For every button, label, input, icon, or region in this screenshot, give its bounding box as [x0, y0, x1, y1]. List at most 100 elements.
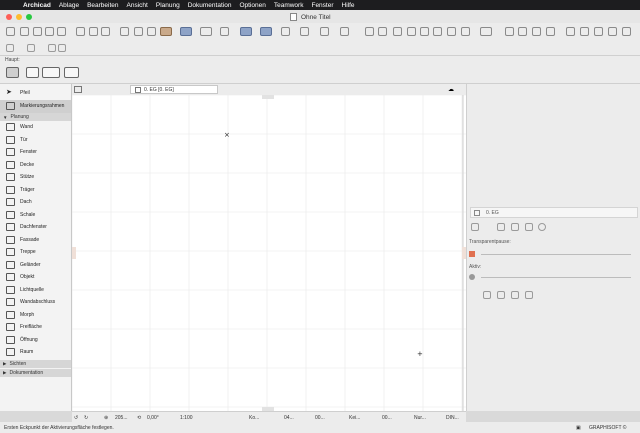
transparent-slider[interactable] — [481, 254, 631, 255]
copy-icon[interactable] — [566, 27, 575, 36]
rotation-value[interactable]: 0,00° — [147, 415, 159, 421]
rotation-icon[interactable]: ⟲ — [137, 415, 141, 421]
publish-icon[interactable] — [480, 27, 492, 36]
navigator-grid-icon[interactable] — [74, 86, 82, 93]
active-color-swatch[interactable] — [469, 274, 475, 280]
menu-optionen[interactable]: Optionen — [239, 2, 265, 9]
redo-icon[interactable] — [57, 27, 66, 36]
tool-item[interactable]: Morph — [0, 309, 71, 322]
pointer-tool-icon[interactable] — [76, 27, 85, 36]
grid-icon[interactable] — [220, 27, 229, 36]
favorites-star-icon[interactable] — [365, 27, 374, 36]
layer-combo-value[interactable]: Ko... — [249, 415, 259, 421]
menu-planung[interactable]: Planung — [156, 2, 180, 9]
tool-item[interactable]: Treppe — [0, 246, 71, 259]
dimension-style-value[interactable]: DIN... — [446, 415, 459, 421]
scissors-icon[interactable] — [505, 27, 514, 36]
tool-item[interactable]: Decke — [0, 159, 71, 172]
tool-item[interactable]: Tür — [0, 134, 71, 147]
menu-ablage[interactable]: Ablage — [59, 2, 79, 9]
rotate-icon[interactable] — [594, 27, 603, 36]
adjust-icon[interactable] — [546, 27, 555, 36]
section-planung[interactable]: ▼ Planung — [0, 113, 71, 121]
trace-icon[interactable] — [471, 223, 479, 231]
tool-item[interactable]: Freifläche — [0, 321, 71, 334]
settings-icon[interactable] — [58, 44, 66, 52]
transparent-color-swatch[interactable] — [469, 251, 475, 257]
redo-view-icon[interactable]: ↻ — [84, 415, 88, 421]
trim-icon[interactable] — [518, 27, 527, 36]
tool-item[interactable]: Dach — [0, 196, 71, 209]
structure-value[interactable]: 00... — [382, 415, 392, 421]
mirror-icon[interactable] — [580, 27, 589, 36]
home-icon[interactable] — [6, 27, 15, 36]
marquee-rectangle-icon[interactable] — [64, 67, 79, 78]
left-splitter-handle[interactable] — [72, 247, 76, 259]
menu-dokumentation[interactable]: Dokumentation — [188, 2, 232, 9]
marquee-all-floors-icon[interactable] — [26, 67, 39, 78]
section-sichten[interactable]: ▶ Sichten — [0, 360, 71, 368]
reference-add-icon[interactable] — [497, 223, 505, 231]
worksheet-icon[interactable] — [420, 27, 429, 36]
menu-fenster[interactable]: Fenster — [311, 2, 333, 9]
tool-pfeil[interactable]: ➤ Pfeil — [0, 87, 71, 100]
menu-hilfe[interactable]: Hilfe — [342, 2, 355, 9]
save-icon[interactable] — [33, 27, 42, 36]
marquee-single-floor-icon[interactable] — [6, 67, 19, 78]
layers-icon[interactable] — [20, 27, 29, 36]
model-display-icon[interactable] — [340, 27, 349, 36]
view-3d-icon[interactable] — [320, 27, 329, 36]
undo-view-icon[interactable]: ↺ — [74, 415, 78, 421]
layout-icon[interactable]: ▣ — [576, 425, 581, 431]
split-icon[interactable] — [532, 27, 541, 36]
transfer-icon[interactable] — [48, 44, 56, 52]
tool-item[interactable]: Fassade — [0, 234, 71, 247]
elevation-icon[interactable] — [393, 27, 402, 36]
display-option-1-icon[interactable] — [483, 291, 491, 299]
pen-set-value[interactable]: 04... — [284, 415, 294, 421]
reference-swap-icon[interactable] — [511, 223, 519, 231]
zoom-value[interactable]: 205... — [115, 415, 128, 421]
trace-icon[interactable] — [134, 27, 143, 36]
dimension-icon[interactable] — [461, 27, 470, 36]
floor-plan-canvas[interactable]: × + — [72, 95, 466, 411]
renovation-value[interactable]: Kei... — [349, 415, 360, 421]
tool-item[interactable]: Schale — [0, 209, 71, 222]
tool-item[interactable]: Objekt — [0, 271, 71, 284]
align-icon[interactable] — [608, 27, 617, 36]
marquee-shape-menu[interactable] — [42, 67, 60, 78]
reference-selector[interactable]: 0. EG — [470, 207, 638, 218]
crop-icon[interactable] — [120, 27, 129, 36]
table-icon[interactable] — [147, 27, 156, 36]
magic-wand-icon[interactable] — [240, 27, 252, 36]
gravity-icon[interactable] — [200, 27, 212, 36]
section-dokumentation[interactable]: ▶ Dokumentation — [0, 369, 71, 377]
reference-reset-icon[interactable] — [538, 223, 546, 231]
tool-markierungsrahmen[interactable]: Markierungsrahmen — [0, 100, 71, 113]
tool-item[interactable]: Raum — [0, 346, 71, 359]
graphic-override-value[interactable]: Nur... — [414, 415, 426, 421]
top-splitter-handle[interactable] — [262, 95, 274, 99]
menu-bearbeiten[interactable]: Bearbeiten — [87, 2, 118, 9]
tool-item[interactable]: Wandabschluss — [0, 296, 71, 309]
display-option-3-icon[interactable] — [511, 291, 519, 299]
snap-points-icon[interactable] — [260, 27, 272, 36]
tool-item[interactable]: Öffnung — [0, 334, 71, 347]
minimize-window-button[interactable] — [16, 14, 22, 20]
scale-value[interactable]: 1:100 — [180, 415, 193, 421]
checkbox-icon[interactable] — [474, 210, 480, 216]
pick-up-icon[interactable] — [6, 44, 14, 52]
lock-icon[interactable] — [281, 27, 290, 36]
section-icon[interactable] — [378, 27, 387, 36]
syringe-icon[interactable] — [101, 27, 110, 36]
tool-item[interactable]: Dachfenster — [0, 221, 71, 234]
tool-item[interactable]: Lichtquelle — [0, 284, 71, 297]
menu-app-name[interactable]: Archicad — [23, 2, 51, 9]
label-icon[interactable] — [447, 27, 456, 36]
guide-lines-icon[interactable] — [160, 27, 172, 36]
undo-icon[interactable] — [45, 27, 54, 36]
snap-guides-icon[interactable] — [180, 27, 192, 36]
distribute-icon[interactable] — [622, 27, 631, 36]
reference-move-icon[interactable] — [525, 223, 533, 231]
group-icon[interactable] — [300, 27, 309, 36]
